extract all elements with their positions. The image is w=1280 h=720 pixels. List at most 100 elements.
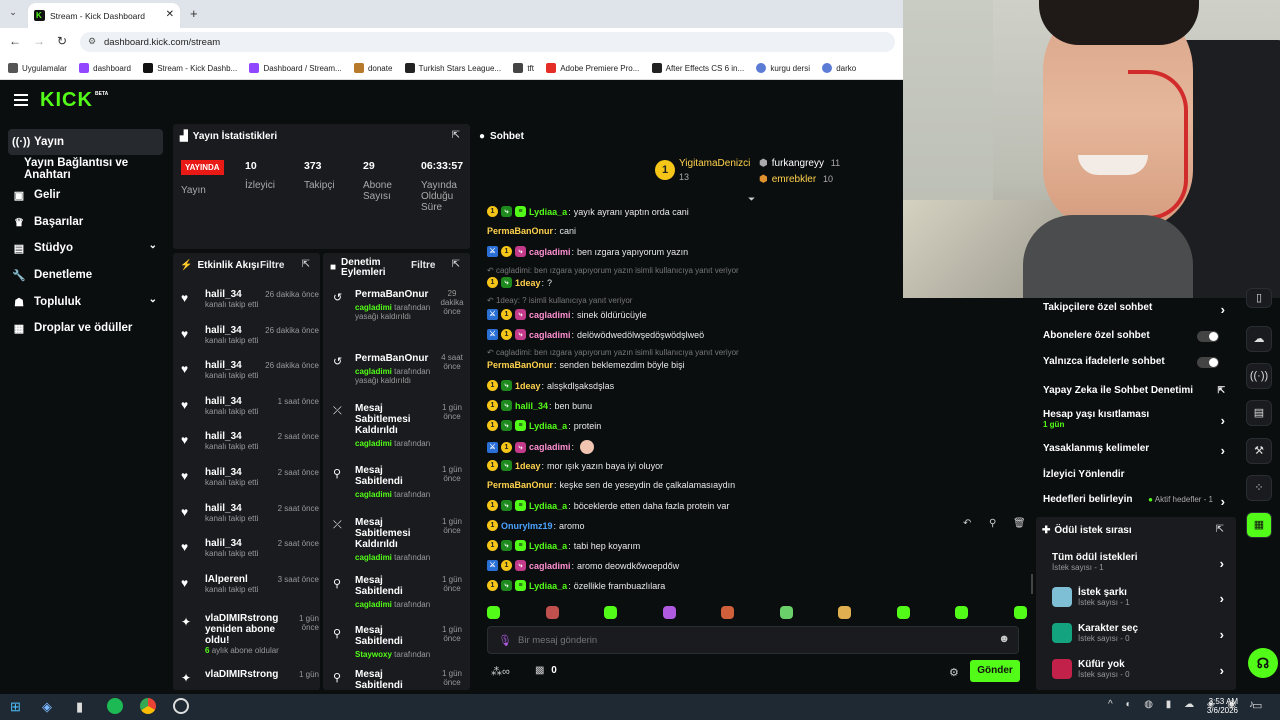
top-gifter-3[interactable]: ⬢ emrebkler 10 [759,174,833,185]
chat-username[interactable]: cagladimi [529,442,571,452]
sidebar-item-topluluk[interactable]: ☗ Topluluk ⌄ [8,289,163,315]
emote-icon[interactable] [721,606,735,619]
chat-message[interactable]: 1 ⤷ ≡ Lydiaa_a: tabi hep koyarım [487,540,640,551]
setting-subs-only[interactable]: Abonelere özel sohbet [1043,330,1229,342]
site-info-icon[interactable]: ⚙ [88,36,96,47]
chevron-down-icon[interactable]: ⌄ [149,240,157,251]
url-field[interactable]: ⚙ dashboard.kick.com/stream [80,32,895,52]
setting-account-age[interactable]: Hesap yaşı kısıtlaması 1 gün › [1043,409,1229,429]
notification-icon[interactable]: ▭ [1252,699,1262,712]
popout-icon[interactable]: ⇱ [1216,524,1224,535]
chat-username[interactable]: Lydiaa_a [529,207,567,217]
emote-icon[interactable] [487,606,500,619]
emote-icon[interactable] [604,606,618,619]
emote-icon[interactable] [1013,606,1027,619]
chat-input[interactable]: 🎙 ☻ [487,626,1019,654]
chat-settings-icon[interactable]: ⚙ [949,666,959,679]
spotify-icon[interactable] [107,698,123,714]
chat-message[interactable]: 1 ⤷ 1deay: alsşkdlşaksdşlas [487,380,614,391]
toggle-switch[interactable] [1197,331,1219,342]
pin-icon[interactable]: ⚲ [989,518,996,529]
emote-icon[interactable] [838,606,852,619]
rewards-icon[interactable]: ▦ [1246,512,1272,538]
sidebar-item-stream-key[interactable]: Yayın Bağlantısı ve Anahtarı [8,156,163,182]
sidebar-item-denetleme[interactable]: 🔧 Denetleme [8,262,163,288]
broadcast-icon[interactable]: ((·)) [1246,363,1272,389]
bookmark-dashboard-stream[interactable]: Dashboard / Stream... [249,56,342,79]
forward-icon[interactable]: → [33,34,45,48]
popout-icon[interactable]: ⇱ [452,259,460,270]
chat-username[interactable]: cagladimi [529,310,571,320]
chat-message[interactable]: 1 ⤷ ≡ Lydiaa_a: böceklerde etten daha fazla … [487,500,729,511]
reward-all[interactable]: Tüm ödül istekleri İstek sayısı - 1 › [1052,552,1228,572]
sidebar-item-basarilar[interactable]: ♛ Başarılar [8,209,163,235]
chat-message[interactable]: PermaBanOnur: cani [487,226,576,236]
setting-emotes-only[interactable]: Yalnızca ifadelerle sohbet [1043,356,1229,368]
new-tab-icon[interactable]: + [190,6,198,21]
app-icon[interactable]: ◈ [42,699,52,715]
chat-username[interactable]: Lydiaa_a [529,421,567,431]
stats-icon[interactable]: ▤ [1246,400,1272,426]
chat-message[interactable]: ⚔ 1 ⤷ cagladimi: aromo deowdkőwoepdőw [487,560,679,571]
chat-message[interactable]: 1 ⤷ halil_34: ben bunu [487,400,592,411]
sidebar-item-yayin[interactable]: ((·)) Yayın [8,129,163,155]
bookmark-tft[interactable]: tft [513,56,534,79]
help-chat-icon[interactable]: ☊ [1248,648,1278,678]
chat-username[interactable]: Lydiaa_a [529,581,567,591]
bookmark-kurgu[interactable]: kurgu dersi [756,56,810,79]
emote-icon[interactable] [779,606,793,619]
chat-message[interactable]: ⚔ 1 ⤷ cagladimi: [487,440,595,454]
chat-username[interactable]: cagladimi [529,561,571,571]
chat-username[interactable]: Lydiaa_a [529,501,567,511]
clock[interactable]: 3:53 AM 3/6/2026 [1200,697,1238,715]
chat-username[interactable]: 1deay [515,278,541,288]
chat-message[interactable]: PermaBanOnur: senden beklemezdim böyle bi… [487,360,685,370]
chat-username[interactable]: cagladimi [529,330,571,340]
reply-icon[interactable]: ↶ [963,518,971,529]
bookmark-darko[interactable]: darko [822,56,856,79]
emote-icon[interactable] [955,606,969,619]
chat-username[interactable]: halil_34 [515,401,548,411]
chat-message-input[interactable] [518,633,988,647]
setting-goals[interactable]: Hedefleri belirleyin ● Aktif hedefler - 1… [1043,494,1229,509]
microphone-icon[interactable]: 🎙 [498,634,512,647]
chat-username[interactable]: 1deay [515,381,541,391]
bookmark-turkish-stars[interactable]: Turkish Stars League... [404,56,501,79]
top-gifter-1[interactable]: YigitamaDenizci [679,158,750,169]
chat-message[interactable]: 1 ⤷ 1deay: mor ışık yazın baya iyi oluyor [487,460,663,471]
reward-no-swear[interactable]: Küfür yok İstek sayısı - 0 › [1052,659,1228,679]
chat-username[interactable]: 1deay [515,461,541,471]
bookmark-stream[interactable]: Stream - Kick Dashb... [143,56,237,79]
top-gifter-2[interactable]: ⬢ furkangreyy 11 [759,158,840,169]
chat-username[interactable]: PermaBanOnur [487,480,553,490]
bookmark-after-effects[interactable]: After Effects CS 6 in... [651,56,744,79]
tab-close-icon[interactable]: ✕ [166,9,174,20]
chat-message[interactable]: 1 ⤷ 1deay:? [487,277,552,288]
chat-message[interactable]: 1 ⤷ ≡ Lydiaa_a: protein [487,420,601,431]
kick-logo[interactable]: KICK [40,89,93,112]
popout-icon[interactable]: ⇱ [452,130,460,141]
emote-icon[interactable] [896,606,910,619]
delete-icon[interactable]: 🗑 [1013,518,1026,529]
setting-redirect[interactable]: İzleyici Yönlendir [1043,469,1229,480]
emote-icon[interactable] [545,606,559,619]
chat-message[interactable]: ⚔ 1 ⤷ cagladimi: delöwödwedölwşedöşwödşlweö [487,329,704,340]
sidebar-item-droplar[interactable]: ▦ Droplar ve ödüller [8,315,163,341]
sidebar-item-studyo[interactable]: ▤ Stüdyo ⌄ [8,235,163,261]
chrome-icon[interactable] [140,698,156,714]
popout-icon[interactable]: ⇱ [302,259,310,270]
browser-tab[interactable]: K Stream - Kick Dashboard ✕ [28,3,180,28]
bookmark-premiere[interactable]: Adobe Premiere Pro... [546,56,639,79]
chat-scrollbar[interactable] [1031,574,1033,594]
chat-icon[interactable]: ☁ [1246,326,1272,352]
chat-message[interactable]: 1 ⤷ ≡ Lydiaa_a: yayık ayranı yaptın orda can… [487,206,689,217]
wrench-icon[interactable]: ⚒ [1246,438,1272,464]
chat-message[interactable]: 1 Onurylmz19: aromo [487,520,585,531]
setting-followers-only[interactable]: Takipçilere özel sohbet › [1043,302,1229,317]
chat-message[interactable]: 1 ⤷ ≡ Lydiaa_a: özellikle frambuazlılara [487,580,665,591]
toggle-switch[interactable] [1197,357,1219,368]
chat-username[interactable]: PermaBanOnur [487,226,553,236]
obs-icon[interactable] [173,698,189,714]
filter-button[interactable]: Filtre [411,260,435,271]
notes-icon[interactable]: ▯ [1246,288,1272,308]
